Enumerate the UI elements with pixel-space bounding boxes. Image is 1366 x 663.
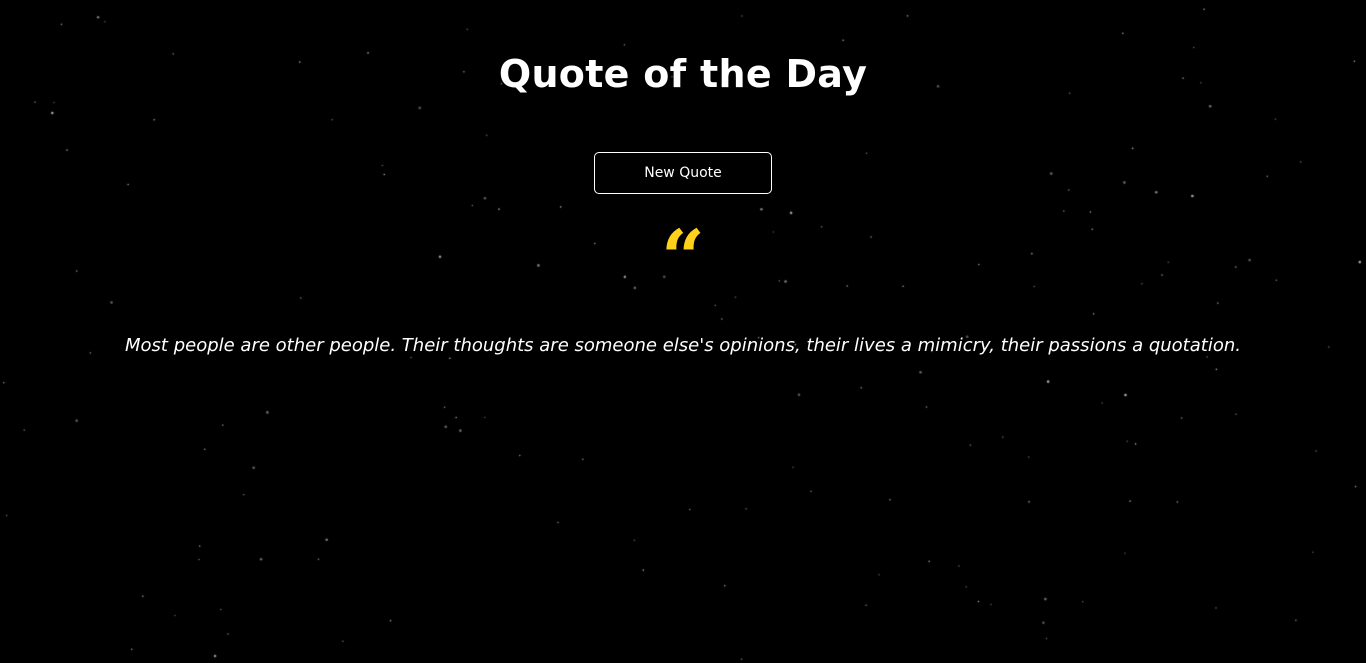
quote-app: Quote of the Day New Quote “ Most people… <box>0 0 1366 663</box>
new-quote-button[interactable]: New Quote <box>594 152 772 194</box>
quote-text: Most people are other people. Their thou… <box>125 335 1241 356</box>
page-title: Quote of the Day <box>498 52 868 96</box>
quote-mark-icon: “ <box>661 213 705 302</box>
